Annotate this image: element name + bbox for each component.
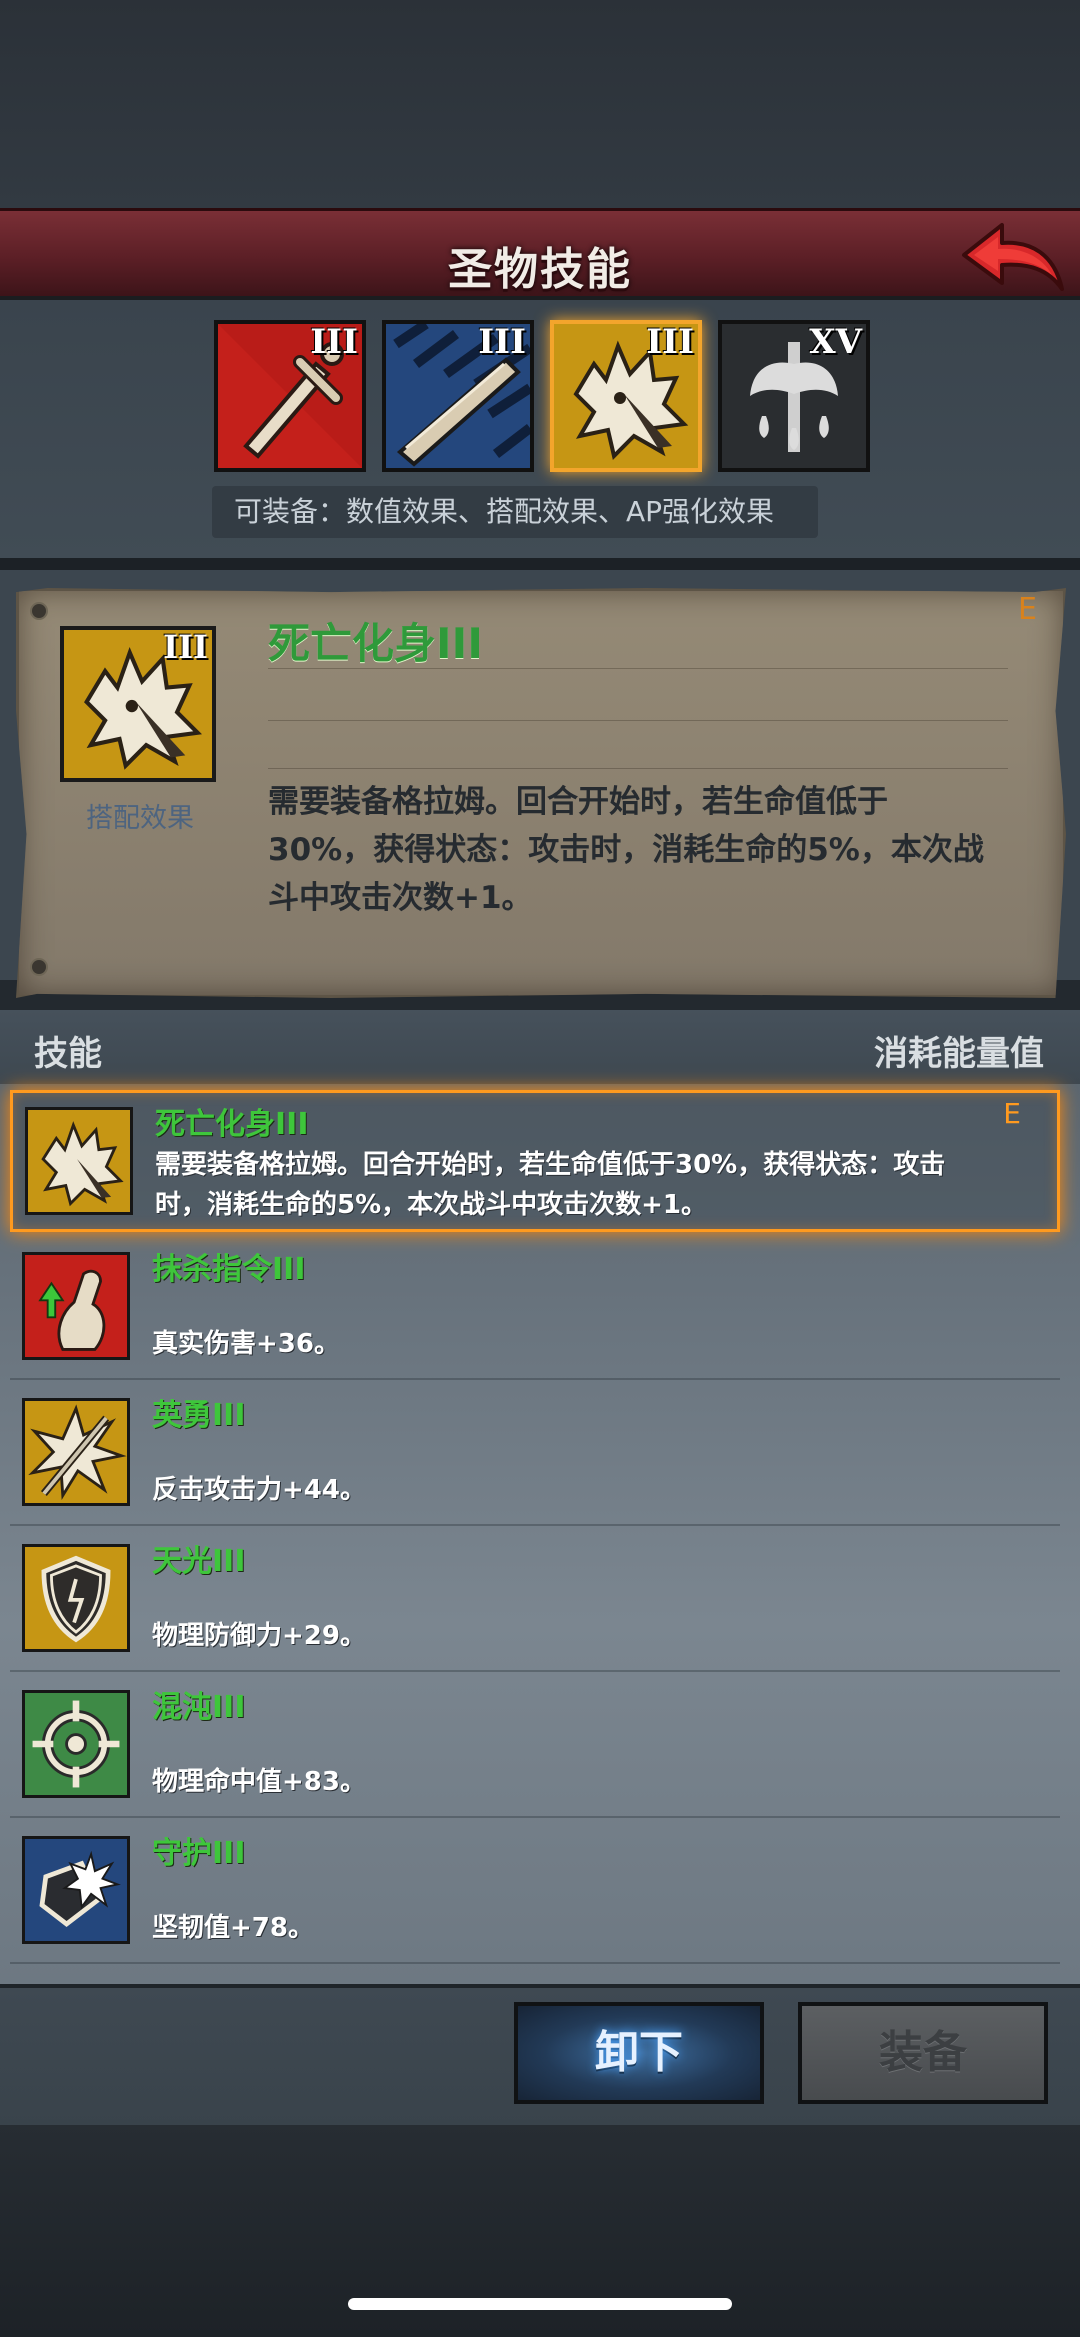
skill-row[interactable]: 抹杀指令III 真实伤害+36。 — [10, 1238, 1060, 1380]
unequip-button[interactable]: 卸下 — [514, 2002, 764, 2104]
relic-slot-beast-skull[interactable]: III — [550, 320, 702, 472]
back-button[interactable] — [958, 219, 1068, 297]
back-arrow-icon — [962, 223, 1064, 291]
home-indicator[interactable] — [348, 2298, 732, 2310]
pin-icon — [30, 958, 48, 976]
relic-slot-blade[interactable]: III — [382, 320, 534, 472]
energy-column-header: 消耗能量值 — [874, 1034, 1044, 1074]
skill-row[interactable]: 守护III 坚韧值+78。 — [10, 1822, 1060, 1964]
pin-icon — [30, 602, 48, 620]
relic-panel: III III III XV 可装备：数值效果、搭配效果、AP强化效果 — [0, 300, 1080, 558]
relic-tier: III — [646, 322, 694, 362]
detail-rank: E — [1018, 592, 1037, 627]
title-banner: 圣物技能 — [0, 208, 1080, 300]
skill-rank: E — [1003, 1097, 1021, 1130]
relic-tier: XV — [809, 322, 862, 362]
skill-icon — [22, 1398, 130, 1506]
relic-slot-sword[interactable]: III — [214, 320, 366, 472]
relic-tier: III — [310, 322, 358, 362]
top-background — [0, 0, 1080, 210]
skill-name: 天光III — [152, 1544, 246, 1579]
skill-name: 抹杀指令III — [152, 1252, 306, 1287]
detail-type: 搭配效果 — [86, 803, 194, 834]
skill-name: 死亡化身III — [155, 1107, 309, 1142]
divider — [268, 768, 1008, 769]
skill-description: 反击攻击力+44。 — [152, 1475, 366, 1505]
skill-icon — [22, 1252, 130, 1360]
page-title: 圣物技能 — [448, 244, 632, 295]
skill-row[interactable]: 混沌III 物理命中值+83。 — [10, 1676, 1060, 1818]
relic-tier: III — [478, 322, 526, 362]
beast-skull-icon — [28, 1110, 130, 1212]
crosshair-icon — [25, 1693, 127, 1795]
skill-row[interactable]: 天光III 物理防御力+29。 — [10, 1530, 1060, 1672]
shield-icon — [25, 1547, 127, 1649]
detail-skill-icon: III — [60, 626, 216, 782]
detail-description: 需要装备格拉姆。回合开始时，若生命值低于30%，获得状态：攻击时，消耗生命的5%… — [268, 784, 984, 916]
equip-hint: 可装备：数值效果、搭配效果、AP强化效果 — [212, 486, 818, 538]
divider — [268, 720, 1008, 721]
skill-row-selected[interactable]: 死亡化身III 需要装备格拉姆。回合开始时，若生命值低于30%，获得状态：攻击时… — [10, 1090, 1060, 1232]
detail-icon-tier: III — [163, 628, 208, 666]
skill-icon — [25, 1107, 133, 1215]
list-header: 技能 消耗能量值 — [0, 1010, 1080, 1084]
skill-icon — [22, 1544, 130, 1652]
relic-slot-axe[interactable]: XV — [718, 320, 870, 472]
burst-spear-icon — [25, 1401, 127, 1503]
skill-icon — [22, 1836, 130, 1944]
skill-description: 真实伤害+36。 — [152, 1329, 340, 1359]
skill-column-header: 技能 — [34, 1034, 102, 1074]
skill-description: 需要装备格拉姆。回合开始时，若生命值低于30%，获得状态：攻击时，消耗生命的5%… — [155, 1150, 946, 1220]
equip-button[interactable]: 装备 — [798, 2002, 1048, 2104]
skill-icon — [22, 1690, 130, 1798]
skill-description: 坚韧值+78。 — [152, 1913, 314, 1943]
divider — [0, 558, 1080, 570]
skill-description: 物理命中值+83。 — [152, 1767, 366, 1797]
skill-description: 物理防御力+29。 — [152, 1621, 366, 1651]
skill-name: 混沌III — [152, 1690, 246, 1725]
skill-name: 英勇III — [152, 1398, 246, 1433]
skill-row[interactable]: 英勇III 反击攻击力+44。 — [10, 1384, 1060, 1526]
detail-name: 死亡化身III — [268, 619, 483, 668]
skill-name: 守护III — [152, 1836, 246, 1871]
strike-arm-icon — [25, 1255, 127, 1357]
guard-burst-icon — [25, 1839, 127, 1941]
